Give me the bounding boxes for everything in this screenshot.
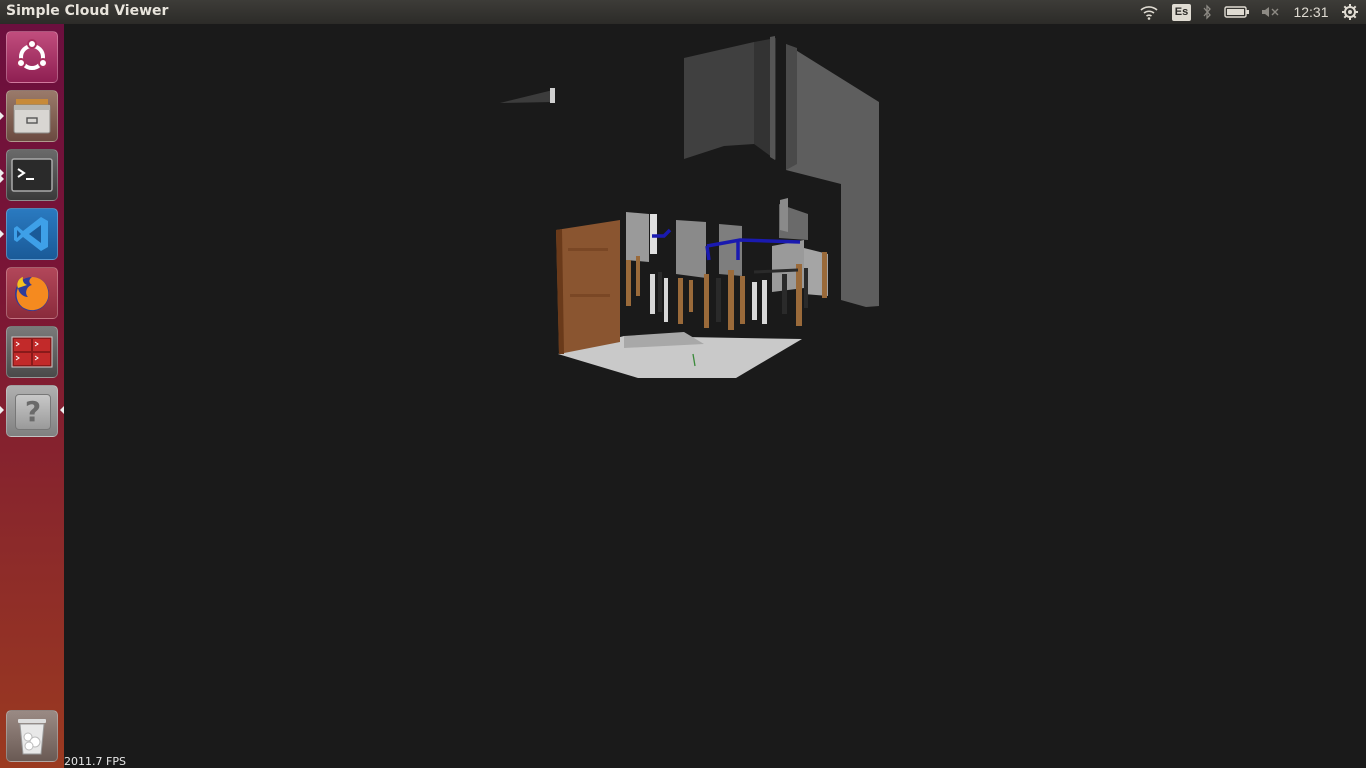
- volume-muted-icon[interactable]: [1259, 0, 1281, 24]
- terminal-grid-icon: [11, 336, 53, 368]
- file-cabinet-icon: [13, 99, 51, 134]
- top-panel: Simple Cloud Viewer Es 12:31: [0, 0, 1366, 24]
- point-cloud-render: [500, 36, 879, 378]
- ubuntu-logo-icon: [16, 39, 48, 70]
- running-indicator: [0, 175, 4, 183]
- fps-counter: 2011.7 FPS: [64, 755, 126, 768]
- launcher-item-terminal[interactable]: [6, 149, 58, 201]
- launcher-item-multi-terminal[interactable]: [6, 326, 58, 378]
- trash-icon: [18, 719, 46, 755]
- running-indicator: [0, 230, 4, 238]
- launcher-item-files[interactable]: [6, 90, 58, 142]
- launcher-item-ubuntu-dash[interactable]: [6, 31, 58, 83]
- point-cloud-viewport[interactable]: [64, 24, 1366, 768]
- firefox-icon: [15, 277, 49, 311]
- battery-icon[interactable]: [1223, 0, 1251, 24]
- vscode-icon: [14, 217, 48, 251]
- question-mark-icon: ?: [15, 394, 51, 430]
- bluetooth-icon[interactable]: [1199, 0, 1215, 24]
- launcher: ?: [0, 24, 65, 768]
- terminal-icon: [11, 158, 53, 192]
- running-indicator: [0, 112, 4, 120]
- settings-gear-icon[interactable]: [1339, 0, 1361, 24]
- launcher-item-vscode[interactable]: [6, 208, 58, 260]
- launcher-item-unknown-app[interactable]: ?: [6, 385, 58, 437]
- question-mark-glyph: ?: [24, 395, 42, 428]
- keyboard-layout-label: Es: [1172, 3, 1191, 21]
- keyboard-layout-indicator[interactable]: Es: [1171, 0, 1192, 24]
- clock[interactable]: 12:31: [1290, 0, 1332, 24]
- wifi-icon[interactable]: [1137, 0, 1161, 24]
- launcher-item-trash[interactable]: [6, 710, 58, 762]
- launcher-item-firefox[interactable]: [6, 267, 58, 319]
- window-title: Simple Cloud Viewer: [6, 3, 169, 19]
- running-indicator: [0, 406, 4, 414]
